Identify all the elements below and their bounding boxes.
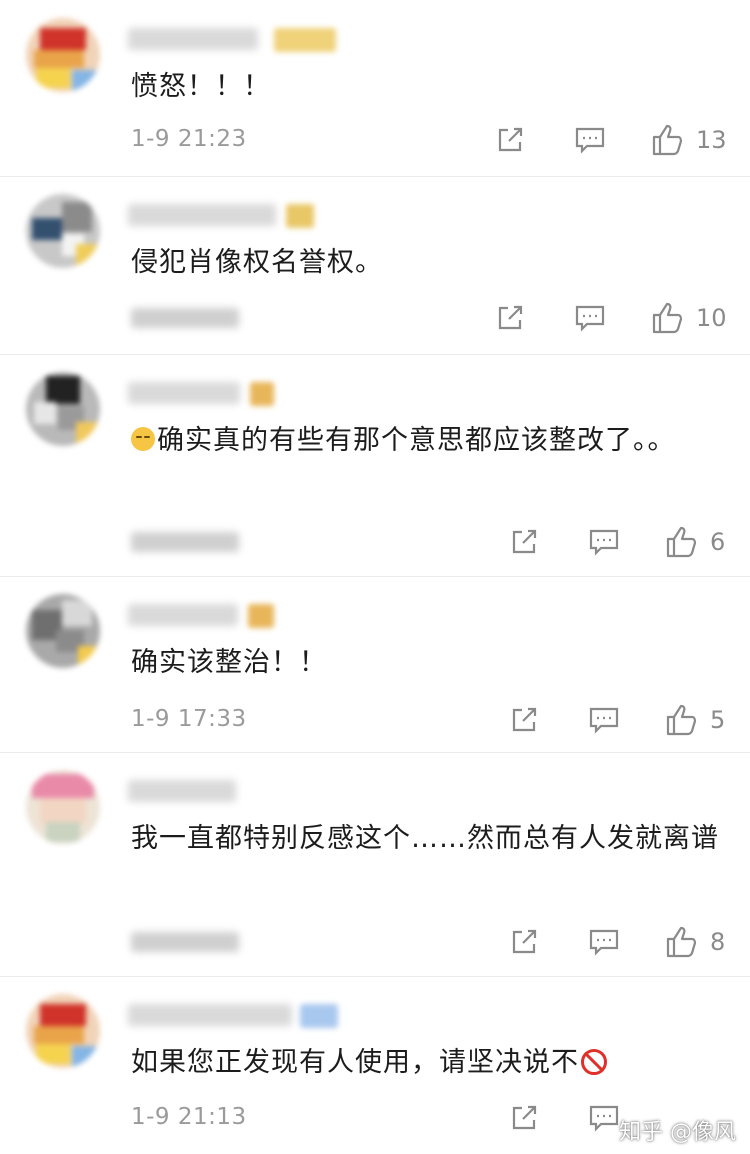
comment-actions: 1-9 17:33 5 — [0, 702, 750, 738]
comment-text: 确实该整治！！ — [131, 647, 327, 678]
like-count: 6 — [710, 528, 726, 556]
avatar[interactable] — [26, 770, 100, 844]
share-edit-icon — [512, 1105, 537, 1130]
comment-item: 侵犯肖像权名誉权。 10 — [0, 176, 750, 355]
share-edit-icon — [512, 929, 537, 954]
repost-button[interactable] — [492, 300, 528, 336]
avatar[interactable] — [26, 994, 100, 1068]
username-blurred[interactable] — [128, 204, 276, 226]
like-count: 5 — [710, 706, 726, 734]
like-button[interactable] — [650, 300, 686, 336]
comment-time-blurred — [131, 308, 239, 328]
like-button[interactable] — [650, 122, 686, 158]
comment-item: 愤怒！！！ 1-9 21:23 13 — [0, 0, 750, 177]
repost-button[interactable] — [492, 122, 528, 158]
like-button[interactable] — [664, 524, 700, 560]
repost-button[interactable] — [506, 1100, 542, 1136]
repost-button[interactable] — [506, 702, 542, 738]
comment-button[interactable] — [586, 1100, 622, 1136]
comment-icon — [575, 127, 605, 154]
comment-actions: 8 — [0, 924, 750, 960]
username-blurred[interactable] — [128, 382, 240, 404]
comment-item: 确实真的有些有那个意思都应该整改了。。 6 — [0, 354, 750, 577]
comment-actions: 6 — [0, 524, 750, 560]
user-badge-blurred — [250, 382, 274, 406]
comment-icon — [589, 707, 619, 734]
user-badge-blurred — [286, 204, 314, 228]
comment-icon — [589, 529, 619, 556]
comment-icon — [575, 305, 605, 332]
user-badge-blurred — [274, 28, 336, 52]
share-edit-icon — [498, 305, 523, 330]
avatar[interactable] — [26, 18, 100, 92]
share-edit-icon — [498, 127, 523, 152]
comment-text: 如果您正发现有人使用，请坚决说不 — [131, 1042, 711, 1084]
thumbs-up-icon — [652, 302, 683, 334]
comment-actions: 1-9 21:23 13 — [0, 122, 750, 158]
thumbs-up-icon — [666, 526, 697, 558]
comment-button[interactable] — [572, 300, 608, 336]
repost-button[interactable] — [506, 924, 542, 960]
comment-time-blurred — [131, 932, 239, 952]
user-badge-blurred — [300, 1004, 338, 1028]
comment-button[interactable] — [572, 122, 608, 158]
like-count: 10 — [696, 304, 727, 332]
like-button[interactable] — [664, 924, 700, 960]
like-button[interactable] — [664, 702, 700, 738]
comment-time: 1-9 21:13 — [131, 1104, 247, 1130]
comment-time: 1-9 21:23 — [131, 126, 247, 152]
username-blurred[interactable] — [128, 604, 238, 626]
comment-text: 我一直都特别反感这个……然而总有人发就离谱 — [131, 823, 719, 854]
comment-icon — [589, 1105, 619, 1132]
comment-actions: 10 — [0, 300, 750, 336]
pensive-emoji-icon — [131, 427, 155, 451]
like-count: 13 — [696, 126, 727, 154]
avatar[interactable] — [26, 594, 100, 668]
comment-text: 侵犯肖像权名誉权。 — [131, 247, 383, 278]
comment-time: 1-9 17:33 — [131, 706, 247, 732]
share-edit-icon — [512, 529, 537, 554]
comment-button[interactable] — [586, 702, 622, 738]
username-blurred[interactable] — [128, 1004, 292, 1026]
prohibited-emoji-icon — [581, 1049, 607, 1075]
comment-button[interactable] — [586, 924, 622, 960]
like-count: 8 — [710, 928, 726, 956]
avatar[interactable] — [26, 372, 100, 446]
username-blurred[interactable] — [128, 780, 236, 802]
watermark: 知乎 @像风 — [619, 1120, 736, 1145]
username-blurred[interactable] — [128, 28, 258, 50]
comment-text: 愤怒！！！ — [131, 71, 271, 102]
thumbs-up-icon — [666, 704, 697, 736]
avatar[interactable] — [26, 194, 100, 268]
comment-text: 确实真的有些有那个意思都应该整改了。。 — [131, 420, 711, 462]
thumbs-up-icon — [666, 926, 697, 958]
comment-button[interactable] — [586, 524, 622, 560]
user-badge-blurred — [248, 604, 274, 628]
thumbs-up-icon — [652, 124, 683, 156]
comment-item: 确实该整治！！ 1-9 17:33 5 — [0, 576, 750, 753]
comment-time-blurred — [131, 532, 239, 552]
comment-icon — [589, 929, 619, 956]
share-edit-icon — [512, 707, 537, 732]
repost-button[interactable] — [506, 524, 542, 560]
comment-item: 我一直都特别反感这个……然而总有人发就离谱 8 — [0, 752, 750, 977]
